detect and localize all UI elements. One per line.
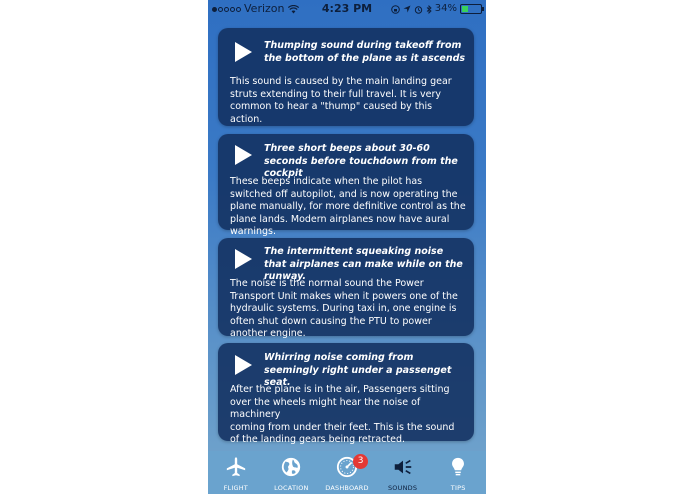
sound-card-runway-squeak[interactable]: The intermittent squeaking noise that ai…	[218, 238, 474, 339]
phone-screen: Verizon 4:23 PM 34% Thumping sound durin…	[208, 0, 486, 494]
sound-card-title: Thumping sound during takeoff from the b…	[264, 40, 466, 64]
battery-icon	[460, 4, 484, 14]
lock-rotation-icon	[390, 4, 400, 14]
tab-label: FLIGHT	[223, 484, 248, 492]
tab-flight[interactable]: FLIGHT	[208, 451, 264, 494]
play-icon[interactable]	[235, 249, 252, 269]
sound-card-description: The noise is the normal sound the Power …	[230, 278, 458, 339]
play-icon[interactable]	[235, 145, 252, 165]
tab-label: SOUNDS	[387, 484, 418, 492]
sound-card-landing-gear-whirr[interactable]: Whirring noise coming from seemingly rig…	[218, 343, 474, 445]
lightbulb-icon	[452, 457, 465, 476]
speaker-icon	[394, 459, 411, 475]
location-icon	[403, 5, 411, 13]
notification-badge: 3	[353, 454, 369, 469]
tab-label: LOCATION	[274, 484, 309, 492]
sound-card-description: After the plane is in the air, Passenger…	[230, 384, 455, 445]
tab-sounds[interactable]: SOUNDS	[375, 451, 431, 494]
battery-level-fill	[462, 6, 468, 12]
tab-tips[interactable]: TIPS	[430, 451, 486, 494]
sound-card-description: This sound is caused by the main landing…	[230, 76, 452, 125]
status-bar: Verizon 4:23 PM 34%	[208, 0, 486, 18]
tab-label: TIPS	[450, 484, 466, 492]
battery-percent: 34%	[434, 3, 457, 14]
tab-label: DASHBOARD	[325, 484, 369, 492]
globe-icon	[282, 457, 301, 477]
airplane-icon	[226, 457, 245, 477]
sound-card-takeoff-thump[interactable]: Thumping sound during takeoff from the b…	[218, 28, 474, 126]
sound-card-title: Three short beeps about 30-60 seconds be…	[264, 143, 458, 179]
status-right: 34%	[390, 0, 484, 18]
alarm-icon	[414, 5, 422, 14]
tab-dashboard[interactable]: DASHBOARD 3	[319, 451, 375, 494]
tab-bar: FLIGHT LOCATION DASHBOARD 3 SOUNDS TIPS	[208, 451, 486, 494]
sound-card-cockpit-beeps[interactable]: Three short beeps about 30-60 seconds be…	[218, 134, 474, 237]
sound-card-description: These beeps indicate when the pilot has …	[230, 176, 466, 237]
play-icon[interactable]	[235, 355, 252, 375]
bluetooth-icon	[426, 4, 432, 14]
play-icon[interactable]	[235, 42, 252, 62]
tab-location[interactable]: LOCATION	[264, 451, 320, 494]
